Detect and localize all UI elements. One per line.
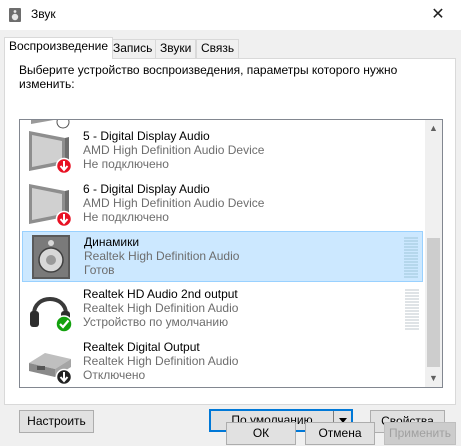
- speaker-icon: [26, 232, 76, 282]
- scrollbar-thumb[interactable]: [427, 238, 440, 367]
- list-item[interactable]: Realtek HD Audio 2nd output Realtek High…: [22, 284, 423, 335]
- device-name: 6 - Digital Display Audio: [83, 182, 210, 196]
- tab-sounds[interactable]: Звуки: [155, 39, 197, 58]
- playback-panel: Выберите устройство воспроизведения, пар…: [4, 58, 456, 433]
- headphones-icon: [25, 284, 75, 334]
- device-status: Не подключено: [83, 210, 169, 224]
- device-name: Realtek HD Audio 2nd output: [83, 287, 238, 301]
- tab-recording[interactable]: Запись: [108, 39, 158, 58]
- list-item[interactable]: 5 - Digital Display Audio AMD High Defin…: [22, 126, 423, 177]
- scroll-up-icon[interactable]: ▲: [425, 120, 442, 137]
- device-status: Не подключено: [83, 157, 169, 171]
- device-driver: Realtek High Definition Audio: [83, 354, 239, 368]
- tab-communications[interactable]: Связь: [196, 39, 240, 58]
- device-name: Realtek Digital Output: [83, 340, 200, 354]
- instructions-text: Выберите устройство воспроизведения, пар…: [19, 63, 398, 91]
- device-driver: AMD High Definition Audio Device: [83, 143, 265, 157]
- monitor-icon: [25, 126, 75, 176]
- window-title: Звук: [31, 7, 56, 21]
- list-item[interactable]: 6 - Digital Display Audio AMD High Defin…: [22, 179, 423, 230]
- title-bar[interactable]: Звук ✕: [0, 0, 461, 30]
- device-list[interactable]: 5 - Digital Display Audio AMD High Defin…: [19, 119, 443, 388]
- cancel-button[interactable]: Отмена: [305, 422, 375, 445]
- device-driver: AMD High Definition Audio Device: [83, 196, 265, 210]
- device-name: Динамики: [84, 235, 140, 249]
- monitor-icon: [25, 179, 75, 229]
- list-item[interactable]: Realtek Digital Output Realtek High Defi…: [22, 337, 423, 387]
- device-name: 5 - Digital Display Audio: [83, 129, 210, 143]
- scroll-down-icon[interactable]: ▼: [425, 370, 442, 387]
- list-item-selected[interactable]: Динамики Realtek High Definition Audio Г…: [22, 231, 423, 282]
- device-driver: Realtek High Definition Audio: [84, 249, 240, 263]
- vertical-scrollbar[interactable]: ▲ ▼: [425, 120, 442, 387]
- speaker-app-icon: [7, 7, 23, 23]
- tab-playback[interactable]: Воспроизведение: [4, 37, 114, 59]
- ok-button[interactable]: ОК: [226, 422, 296, 445]
- apply-button[interactable]: Применить: [384, 422, 456, 445]
- device-status: Готов: [84, 263, 115, 277]
- dialog-body: Воспроизведение Запись Звуки Связь Выбер…: [0, 30, 461, 446]
- configure-button[interactable]: Настроить: [19, 410, 94, 433]
- device-driver: Realtek High Definition Audio: [83, 301, 239, 315]
- digital-output-icon: [25, 337, 75, 387]
- volume-meter: [405, 289, 419, 331]
- device-status: Устройство по умолчанию: [83, 315, 229, 329]
- device-status: Отключено: [83, 368, 146, 382]
- volume-meter: [404, 237, 418, 279]
- close-button[interactable]: ✕: [415, 0, 461, 30]
